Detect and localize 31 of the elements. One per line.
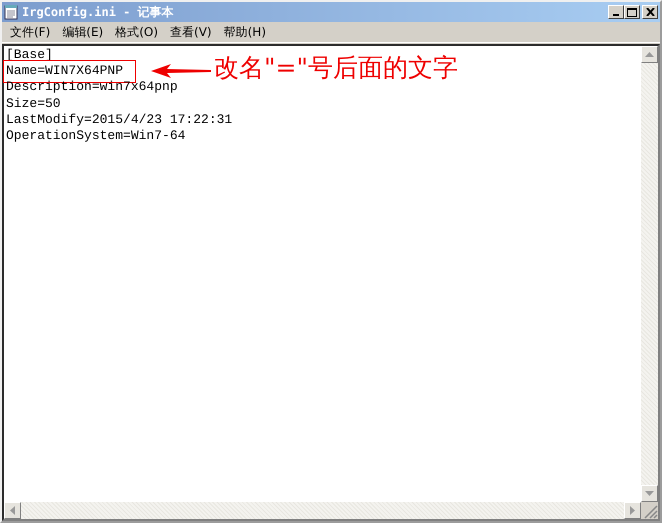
menu-item[interactable]: 帮助(H): [218, 24, 272, 40]
resize-grip-icon[interactable]: [641, 502, 658, 519]
annotation-text: 改名"="号后面的文字: [214, 53, 458, 84]
menu-item[interactable]: 查看(V): [164, 24, 218, 40]
arrow-icon: [151, 64, 211, 78]
text-line: Name=WIN7X64PNP: [6, 63, 124, 78]
menu-item[interactable]: 编辑(E): [56, 24, 110, 40]
menu-item[interactable]: 格式(O): [109, 24, 164, 40]
minimize-button[interactable]: [608, 5, 624, 19]
up-triangle-icon: [645, 52, 654, 57]
window-title: IrgConfig.ini - 记事本: [22, 4, 175, 20]
text-line: OperationSystem=Win7-64: [6, 128, 186, 143]
down-triangle-icon: [645, 491, 654, 496]
left-triangle-icon: [10, 506, 15, 515]
text-line: [Base]: [6, 47, 53, 62]
text-line: LastModify=2015/4/23 17:22:31: [6, 112, 232, 127]
maximize-icon: [627, 8, 637, 16]
horizontal-scrollbar[interactable]: [4, 502, 641, 519]
text-line: Description=win7x64pnp: [6, 79, 178, 94]
close-icon: [646, 8, 654, 16]
menu-item[interactable]: 文件(F): [4, 24, 56, 40]
scroll-right-button[interactable]: [624, 502, 641, 519]
scroll-up-button[interactable]: [641, 46, 658, 63]
scroll-left-button[interactable]: [4, 502, 21, 519]
text-line: Size=50: [6, 96, 61, 111]
maximize-button[interactable]: [624, 5, 640, 19]
close-button[interactable]: [642, 5, 658, 19]
scroll-down-button[interactable]: [641, 485, 658, 502]
vertical-scrollbar[interactable]: [641, 46, 658, 502]
notepad-icon: [4, 4, 18, 20]
right-triangle-icon: [630, 506, 635, 515]
